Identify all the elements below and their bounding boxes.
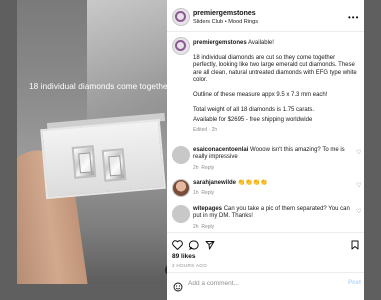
likes-count[interactable]: 89 likes <box>172 253 196 260</box>
caption-para-3: Total weight of all 18 diamonds is 1.75 … <box>193 106 315 113</box>
comment-username[interactable]: witepages <box>193 206 222 212</box>
header-username[interactable]: premiergemstones <box>193 10 256 17</box>
comment-username[interactable]: sarahjanewilde <box>193 180 236 186</box>
media-light <box>87 0 167 120</box>
diamond-right <box>101 148 127 182</box>
avatar[interactable] <box>172 8 190 26</box>
avatar[interactable] <box>172 179 190 197</box>
comment-time: 2h <box>193 164 199 171</box>
post-button[interactable]: Post <box>348 280 361 286</box>
add-comment-bar: Add a comment... Post <box>167 272 364 300</box>
paper-plane-icon[interactable] <box>205 237 215 255</box>
post-modal: 18 individual diamonds come together pre… <box>0 0 381 300</box>
reply-button[interactable]: Reply <box>201 165 214 171</box>
heart-icon[interactable]: ♡ <box>356 149 361 156</box>
comment-meta: 2h Reply <box>193 224 353 231</box>
media-overlay-text: 18 individual diamonds come together <box>29 82 167 91</box>
avatar[interactable] <box>172 37 190 55</box>
caption-edited: Edited · 2h <box>193 126 218 133</box>
avatar[interactable] <box>172 205 190 223</box>
avatar[interactable] <box>172 146 190 164</box>
action-bar <box>167 232 364 252</box>
more-dots-icon[interactable]: ••• <box>348 13 359 22</box>
post-header: premiergemstones Sliders Club • Mood Rin… <box>167 0 364 32</box>
caption-username[interactable]: premiergemstones <box>193 40 247 46</box>
comment-meta: 1h Reply <box>193 190 353 197</box>
diamond-left <box>71 145 97 179</box>
comment-username[interactable]: esaiconacentoenlai <box>193 147 248 153</box>
post-panel: premiergemstones Sliders Club • Mood Rin… <box>167 0 364 300</box>
heart-icon[interactable]: ♡ <box>356 182 361 189</box>
caption-lead: Available! <box>248 40 274 46</box>
reply-button[interactable]: Reply <box>201 190 214 196</box>
caption-para-4: Available for $2695 - free shipping worl… <box>193 117 313 124</box>
comment-body: sarahjanewilde 👏👏👏👏 1h Reply <box>193 180 353 198</box>
reply-button[interactable]: Reply <box>201 224 214 230</box>
comment-body: witepages Can you take a pic of them sep… <box>193 206 353 231</box>
comment-meta: 2h Reply <box>193 165 353 172</box>
comment-body: esaiconacentoenlai Wooow isn't this amaz… <box>193 147 353 172</box>
comment-time: 2h <box>193 223 199 230</box>
post-media[interactable]: 18 individual diamonds come together <box>17 0 167 284</box>
caption-para-2: Outline of these measure appx 9.5 x 7.3 … <box>193 91 328 98</box>
comment-time: 1h <box>193 190 199 197</box>
post-time: 2 HOURS AGO <box>172 263 207 268</box>
heart-icon[interactable]: ♡ <box>356 208 361 215</box>
header-subtitle[interactable]: Sliders Club • Mood Rings <box>193 19 258 25</box>
smiley-icon[interactable] <box>173 279 183 297</box>
bookmark-icon[interactable] <box>351 237 359 255</box>
caption-para-1: 18 individual diamonds are cut so they c… <box>193 54 357 84</box>
comment-text: 👏👏👏👏 <box>237 180 268 186</box>
caption-body: premiergemstones Available! 18 individua… <box>193 40 358 134</box>
add-comment-input[interactable]: Add a comment... <box>188 280 239 287</box>
